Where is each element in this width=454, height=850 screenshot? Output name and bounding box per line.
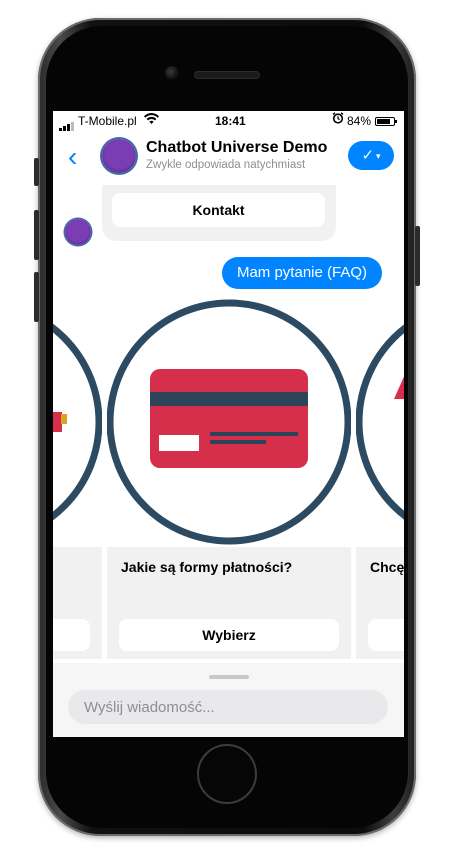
volume-down-button (34, 272, 39, 322)
chevron-down-icon: ▾ (376, 150, 381, 161)
card-title: Jakie są formy płatności? (121, 559, 293, 575)
phone-screen: T-Mobile.pl 18:41 84% ‹ Chatbot Universe… (53, 111, 404, 737)
wifi-icon (144, 113, 159, 128)
card-title: Chcę (370, 559, 404, 575)
bot-quick-reply-card: Kontakt (102, 185, 336, 241)
battery-fill (377, 119, 390, 124)
front-camera (165, 66, 179, 80)
power-button (415, 226, 420, 286)
avatar[interactable] (102, 139, 136, 173)
card-image (53, 297, 103, 547)
chat-header: ‹ Chatbot Universe Demo Zwykle odpowiada… (53, 131, 404, 185)
status-bar: T-Mobile.pl 18:41 84% (53, 111, 404, 131)
card-image (106, 297, 352, 547)
home-button[interactable] (197, 744, 257, 804)
contact-button[interactable]: Kontakt (112, 193, 325, 227)
message-composer (53, 663, 404, 737)
battery-icon (375, 117, 397, 126)
subscribe-button[interactable]: ✓ ▾ (348, 141, 394, 170)
message-input[interactable] (68, 690, 388, 724)
carousel-card-next[interactable]: Chcę (355, 297, 404, 659)
check-icon: ✓ (361, 147, 375, 164)
page-title[interactable]: Chatbot Universe Demo (146, 139, 327, 157)
card-body: Jakie są formy płatności? Wybierz (107, 547, 351, 659)
bot-avatar (65, 219, 91, 245)
back-icon[interactable]: ‹ (68, 143, 77, 171)
clock: 18:41 (215, 114, 246, 128)
select-button[interactable]: Wybierz (119, 619, 339, 651)
card-body (53, 547, 102, 659)
mute-switch (34, 158, 39, 186)
alarm-icon (332, 112, 344, 127)
card-image (355, 297, 404, 547)
carousel-card-previous[interactable] (53, 297, 103, 659)
select-button[interactable] (368, 619, 404, 651)
select-button[interactable] (53, 619, 90, 651)
message-list: Kontakt Mam pytanie (FAQ) Jakie są formy… (53, 185, 404, 675)
response-status: Zwykle odpowiada natychmiast (146, 159, 306, 171)
carrier-name: T-Mobile.pl (78, 114, 137, 128)
battery-percent: 84% (347, 114, 372, 128)
carousel-card-payments[interactable]: Jakie są formy płatności? Wybierz (106, 297, 352, 659)
user-message-bubble: Mam pytanie (FAQ) (222, 257, 382, 289)
earpiece-speaker (195, 72, 259, 78)
volume-up-button (34, 210, 39, 260)
signal-strength-icon (59, 117, 75, 131)
faq-carousel[interactable]: Jakie są formy płatności? Wybierz Chcę (53, 297, 404, 675)
card-body: Chcę (356, 547, 404, 659)
drag-handle[interactable] (209, 675, 249, 679)
credit-card-icon (150, 369, 308, 468)
